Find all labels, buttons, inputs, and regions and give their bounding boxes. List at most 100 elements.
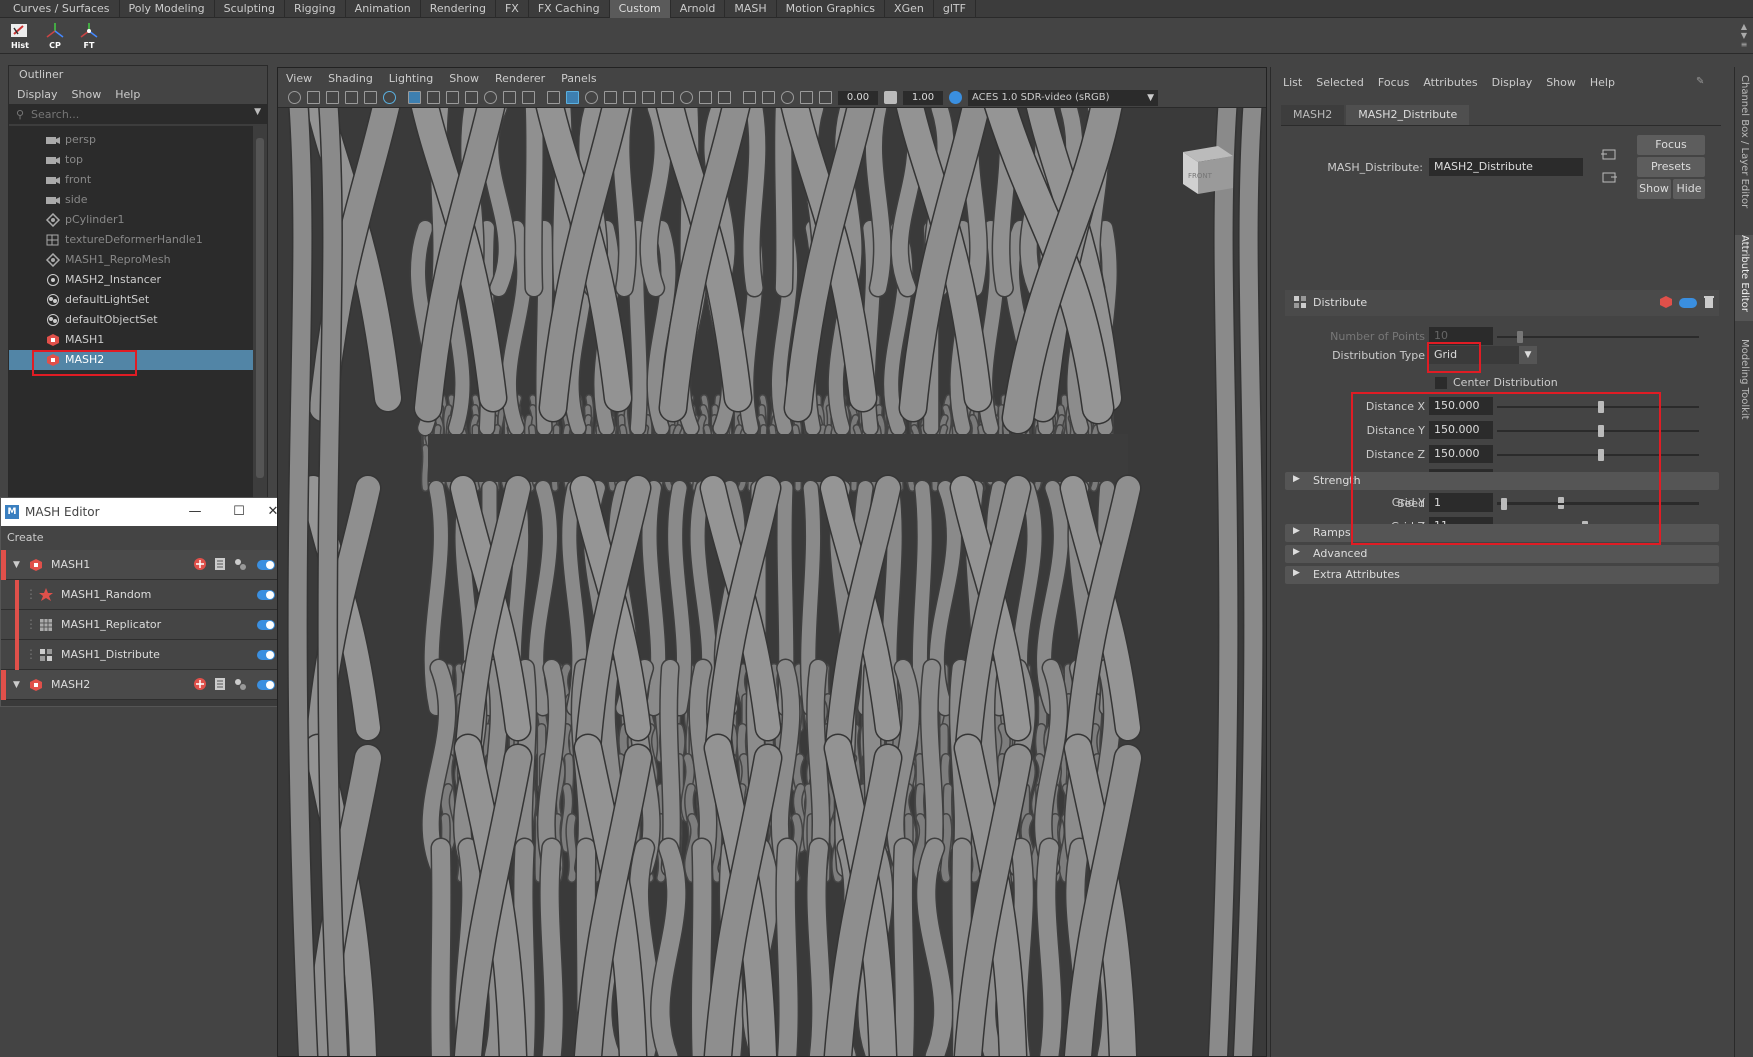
node-toggle[interactable] [257,590,275,600]
outliner-menu-help[interactable]: Help [115,88,140,101]
ae-menu-list[interactable]: List [1283,76,1302,89]
color-space-dropdown[interactable]: ACES 1.0 SDR-video (sRGB) ▼ [968,89,1158,106]
viewcube[interactable]: FRONT [1178,138,1238,198]
network-options-icon[interactable] [233,557,247,571]
hide-button[interactable]: Hide [1673,179,1705,199]
notes-icon[interactable] [213,677,227,691]
add-node-icon[interactable] [193,677,207,691]
shelf-tab[interactable]: FX [496,0,529,18]
exposure-icon[interactable] [819,91,832,104]
freeze-transform-button[interactable]: FT [74,21,104,51]
default-material-icon[interactable] [585,91,598,104]
shelf-tab[interactable]: Rigging [285,0,346,18]
outliner-scrollbar[interactable] [253,126,267,499]
outliner-item[interactable]: persp [9,130,255,150]
safe-title-icon[interactable] [522,91,535,104]
shelf-tab[interactable]: Custom [609,0,671,18]
outliner-item[interactable]: front [9,170,255,190]
resolution-gate-icon[interactable] [446,91,459,104]
use-all-lights-icon[interactable] [623,91,636,104]
ae-menu-help[interactable]: Help [1590,76,1615,89]
collapsed-section[interactable]: ▶ Advanced [1285,545,1719,563]
node-toggle[interactable] [257,650,275,660]
collapse-icon[interactable]: ▼ [13,680,20,690]
shelf-tab[interactable]: MASH [725,0,777,18]
node-toggle[interactable] [257,680,275,690]
distribute-toggle[interactable] [1679,298,1697,308]
shelf-tab[interactable]: Motion Graphics [777,0,886,18]
notes-icon[interactable] [213,557,227,571]
gamma-icon[interactable] [884,91,897,104]
viewport-menu-view[interactable]: View [286,72,312,85]
side-tab-channel-box[interactable]: Channel Box / Layer Editor [1735,75,1753,215]
mash-node-row[interactable]: ⋮ MASH1_Random [1,580,283,610]
mash-node-row[interactable]: ⋮ MASH1_Replicator [1,610,283,640]
drag-handle-icon[interactable]: ⋮ [25,647,37,661]
show-button[interactable]: Show [1637,179,1671,199]
presets-button[interactable]: Presets [1637,157,1705,177]
filter-icon[interactable]: ⚲ [9,108,31,121]
outliner-item[interactable]: defaultLightSet [9,290,255,310]
ae-menu-selected[interactable]: Selected [1316,76,1364,89]
network-options-icon[interactable] [233,677,247,691]
tab-mash2-distribute[interactable]: MASH2_Distribute [1346,105,1470,125]
ae-menu-focus[interactable]: Focus [1378,76,1409,89]
ae-menu-display[interactable]: Display [1492,76,1533,89]
gate-mask-icon[interactable] [465,91,478,104]
shelf-tab[interactable]: XGen [885,0,934,18]
center-pivot-button[interactable]: CP [40,21,70,51]
mash-node-icon[interactable] [1659,295,1673,309]
minimize-icon[interactable]: — [173,498,217,526]
node-toggle[interactable] [257,620,275,630]
bookmark-icon[interactable] [326,91,339,104]
camera-attributes-icon[interactable] [307,91,320,104]
shelf-tab[interactable]: Arnold [671,0,726,18]
load-output-icon[interactable] [1601,170,1617,184]
isolate-select-icon[interactable] [743,91,756,104]
ae-menu-show[interactable]: Show [1546,76,1576,89]
shelf-tab[interactable]: Poly Modeling [120,0,215,18]
shelf-tab[interactable]: glTF [934,0,976,18]
outliner-menu-display[interactable]: Display [17,88,58,101]
xray-components-icon[interactable] [800,91,813,104]
xray-joints-icon[interactable] [781,91,794,104]
viewport-menu-panels[interactable]: Panels [561,72,596,85]
side-tab-modeling-toolkit[interactable]: Modeling Toolkit [1735,339,1753,439]
anti-aliasing-icon[interactable] [699,91,712,104]
distribute-section-header[interactable]: Distribute [1285,290,1719,316]
mash-editor-titlebar[interactable]: M MASH Editor — ☐ ✕ [1,498,295,526]
viewport-scene[interactable]: FRONT [278,108,1266,1056]
pin-icon[interactable]: ✎ [1696,76,1706,88]
outliner-item[interactable]: side [9,190,255,210]
grease-pencil-icon[interactable] [383,91,396,104]
tab-mash2[interactable]: MASH2 [1281,105,1345,125]
collapse-icon[interactable]: ▼ [13,560,20,570]
shelf-tab[interactable]: Sculpting [215,0,285,18]
viewport-menu-renderer[interactable]: Renderer [495,72,545,85]
mash-create-menu[interactable]: Create [1,526,295,550]
history-button[interactable]: Hist [5,21,35,51]
motion-blur-icon[interactable] [680,91,693,104]
node-name-field[interactable]: MASH2_Distribute [1429,158,1583,176]
viewport-menu-show[interactable]: Show [449,72,479,85]
smooth-shade-icon[interactable] [566,91,579,104]
drag-handle-icon[interactable]: ⋮ [25,587,37,601]
focus-button[interactable]: Focus [1637,135,1705,155]
outliner-item[interactable]: defaultObjectSet [9,310,255,330]
image-plane-icon[interactable] [345,91,358,104]
add-node-icon[interactable] [193,557,207,571]
chevron-down-icon[interactable]: ▼ [254,107,261,117]
film-gate-icon[interactable] [427,91,440,104]
node-toggle[interactable] [257,560,275,570]
shelf-tab[interactable]: Rendering [421,0,496,18]
field-chart-icon[interactable] [484,91,497,104]
safe-action-icon[interactable] [503,91,516,104]
viewport-menu-shading[interactable]: Shading [328,72,373,85]
load-input-icon[interactable] [1601,147,1617,161]
drag-handle-icon[interactable]: ⋮ [25,617,37,631]
outliner-item[interactable]: textureDeformerHandle1 [9,230,255,250]
outliner-item[interactable]: pCylinder1 [9,210,255,230]
shelf-tab[interactable]: Curves / Surfaces [4,0,120,18]
shelf-scroll[interactable]: ▲ ▼ ≡ [1739,22,1749,50]
color-management-icon[interactable] [949,91,962,104]
